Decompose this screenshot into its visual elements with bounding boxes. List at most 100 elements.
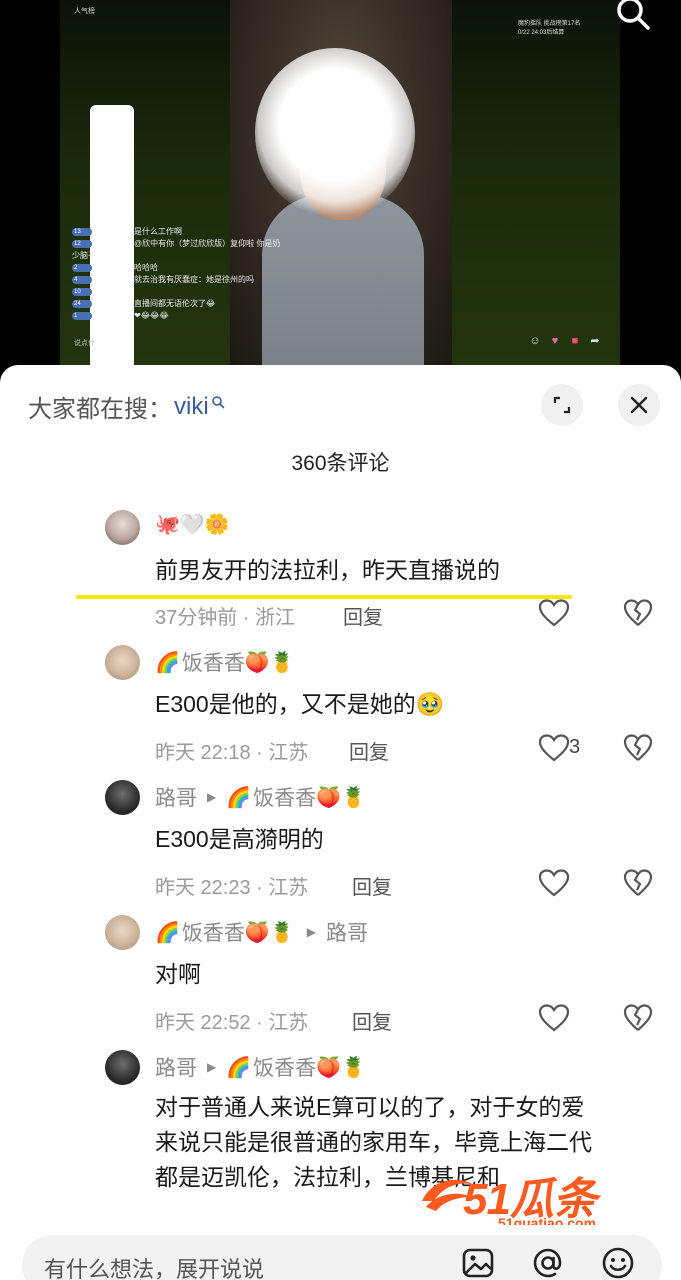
level-badge: 4 xyxy=(72,276,92,284)
reply-button[interactable]: 回复 xyxy=(352,1006,392,1035)
trending-search-keyword[interactable]: viki xyxy=(174,393,209,421)
live-chat-row: 24 直播间都无语伦次了😂 xyxy=(72,298,292,310)
comment-username[interactable]: 🐙🤍🌼 xyxy=(155,512,232,537)
username-prefix-emoji: 🌈 xyxy=(155,651,180,674)
live-chat-message: 是什么工作啊 xyxy=(134,227,182,236)
live-chat-message: 哈哈哈 xyxy=(134,263,158,272)
comment-text: E300是高漪明的 xyxy=(155,826,324,852)
comment-text-line: 来说只能是很普通的家用车，毕竟上海二代 xyxy=(155,1129,592,1155)
comment-count: 360条评论 xyxy=(291,452,390,475)
reply-arrow-icon: ▶ xyxy=(207,790,217,804)
live-chat-message: @欣中有你（梦过欣欣版）复仰啦 你是奶 xyxy=(134,239,281,248)
comment-username[interactable]: 🌈 饭香香 🍑🍍 xyxy=(155,647,297,677)
avatar[interactable] xyxy=(105,510,140,545)
comment-username[interactable]: 🌈 饭香香 🍑🍍 ▶ 路哥 xyxy=(155,917,368,947)
mention-icon[interactable] xyxy=(530,1245,566,1280)
face-blur-overlay xyxy=(255,48,415,218)
heart-icon[interactable] xyxy=(538,734,570,762)
username-text: 路哥 xyxy=(155,787,197,810)
comment-username[interactable]: 路哥 ▶ 🌈 饭香香 🍑🍍 xyxy=(155,1052,368,1082)
live-chat-row: 4 就去治我有厌蠢症：她是徐州的吗 xyxy=(72,274,292,286)
reply-button[interactable]: 回复 xyxy=(343,601,383,630)
comment-username[interactable]: 路哥 ▶ 🌈 饭香香 🍑🍍 xyxy=(155,782,368,812)
reply-to-username[interactable]: 饭香香 xyxy=(253,1052,316,1082)
broken-heart-icon[interactable] xyxy=(623,599,653,627)
username-emojis: 🍑🍍 xyxy=(244,921,295,944)
comment-input-bar: 有什么想法，展开说说 xyxy=(0,1225,681,1280)
comment-text: 对啊 xyxy=(155,961,201,987)
popularity-label: 人气榜 xyxy=(74,8,95,15)
watermark: 51瓜条 51guatiao.com xyxy=(418,1163,668,1233)
expand-button[interactable] xyxy=(541,384,583,426)
trending-search-prefix: 大家都在搜： xyxy=(28,396,172,423)
live-chat-row: 12 @欣中有你（梦过欣欣版）复仰啦 你是奶 xyxy=(72,238,292,250)
comment-text-line: 对于普通人来说E算可以的了，对于女的爱 xyxy=(155,1094,585,1120)
broken-heart-icon[interactable] xyxy=(623,1004,653,1032)
live-video-area[interactable]: 人气榜 魔豹摇队 挑战榜第17名 0/22 24:03后结算 13 是什么工作啊 … xyxy=(0,0,681,365)
live-chat-row: 10 xyxy=(72,286,292,298)
broken-heart-icon[interactable] xyxy=(623,734,653,762)
gift-box-icon[interactable]: ■ xyxy=(568,334,582,348)
live-chat-message: 少脑子 xyxy=(72,251,96,260)
trending-search[interactable]: 大家都在搜： viki xyxy=(28,389,225,424)
comment-time-location: 37分钟前 · 浙江 xyxy=(155,607,296,629)
image-icon[interactable] xyxy=(460,1245,496,1280)
emoji-icon[interactable] xyxy=(600,1245,636,1280)
reply-to-prefix-emoji: 🌈 xyxy=(226,786,252,809)
heart-icon[interactable] xyxy=(538,869,570,897)
comment-time-location: 昨天 22:23 · 江苏 xyxy=(155,877,309,899)
live-chat-row: 1 ❤😂😂😂 xyxy=(72,310,292,322)
live-chat-message: 就去治我有厌蠢症：她是徐州的吗 xyxy=(134,275,254,284)
reply-to-prefix-emoji: 🌈 xyxy=(226,1056,252,1079)
level-badge: 12 xyxy=(72,240,92,248)
challenge-stats-line2: 0/22 24:03后结算 xyxy=(518,30,565,36)
level-badge: 10 xyxy=(72,288,92,296)
reply-arrow-icon: ▶ xyxy=(306,925,316,939)
live-chat-feed: 13 是什么工作啊 12 @欣中有你（梦过欣欣版）复仰啦 你是奶 少脑子 2 哈哈哈 … xyxy=(72,226,292,322)
avatar[interactable] xyxy=(105,1050,140,1085)
search-icon xyxy=(211,395,224,408)
like-count: 3 xyxy=(569,736,581,758)
broken-heart-icon[interactable] xyxy=(623,869,653,897)
live-chat-input[interactable]: 说点什 xyxy=(74,338,95,348)
smile-icon[interactable]: ☺ xyxy=(528,334,542,348)
challenge-stats-line1: 魔豹摇队 挑战榜第17名 xyxy=(518,21,581,27)
avatar[interactable] xyxy=(105,645,140,680)
live-chat-row: 少脑子 xyxy=(72,250,292,262)
expand-icon xyxy=(553,396,571,414)
live-chat-message: ❤😂😂😂 xyxy=(134,311,169,320)
reply-to-emojis: 🍑🍍 xyxy=(316,786,366,809)
close-icon xyxy=(630,396,648,414)
comment-time-location: 昨天 22:52 · 江苏 xyxy=(155,1012,309,1034)
reply-button[interactable]: 回复 xyxy=(352,871,392,900)
avatar[interactable] xyxy=(105,915,140,950)
username-emojis: 🍑🍍 xyxy=(244,651,295,674)
level-badge: 24 xyxy=(72,300,92,308)
search-icon[interactable] xyxy=(612,0,656,32)
reply-to-username[interactable]: 饭香香 xyxy=(253,782,316,812)
comment-text: 前男友开的法拉利，昨天直播说的 xyxy=(155,557,500,583)
comment-time-location: 昨天 22:18 · 江苏 xyxy=(155,742,309,764)
reply-button[interactable]: 回复 xyxy=(349,736,389,765)
reply-arrow-icon: ▶ xyxy=(207,1060,217,1074)
reply-to-emojis: 🍑🍍 xyxy=(316,1056,366,1079)
highlight-underline xyxy=(76,595,572,599)
username-prefix-emoji: 🌈 xyxy=(155,921,180,944)
avatar[interactable] xyxy=(105,780,140,815)
live-chat-row: 13 是什么工作啊 xyxy=(72,226,292,238)
username-text: 路哥 xyxy=(155,1057,197,1080)
comment-input-placeholder[interactable]: 有什么想法，展开说说 xyxy=(44,1252,264,1280)
heart-icon[interactable] xyxy=(538,1004,570,1032)
close-button[interactable] xyxy=(618,384,660,426)
comment-sheet: 大家都在搜： viki 360条评论 🐙🤍🌼 前男友开的法拉利，昨天直播说的 3… xyxy=(0,365,681,1280)
gift-icon[interactable]: ♥ xyxy=(548,334,562,348)
share-icon[interactable]: ➦ xyxy=(588,334,602,348)
live-chat-row: 2 哈哈哈 xyxy=(72,262,292,274)
heart-icon[interactable] xyxy=(538,599,570,627)
level-badge: 2 xyxy=(72,264,92,272)
reply-to-username[interactable]: 路哥 xyxy=(326,917,368,947)
challenge-stats: 魔豹摇队 挑战榜第17名 0/22 24:03后结算 xyxy=(518,20,580,38)
level-badge: 1 xyxy=(72,312,92,320)
username-text: 饭香香 xyxy=(181,652,245,675)
video-action-icons: ☺ ♥ ■ ➦ xyxy=(528,334,602,348)
